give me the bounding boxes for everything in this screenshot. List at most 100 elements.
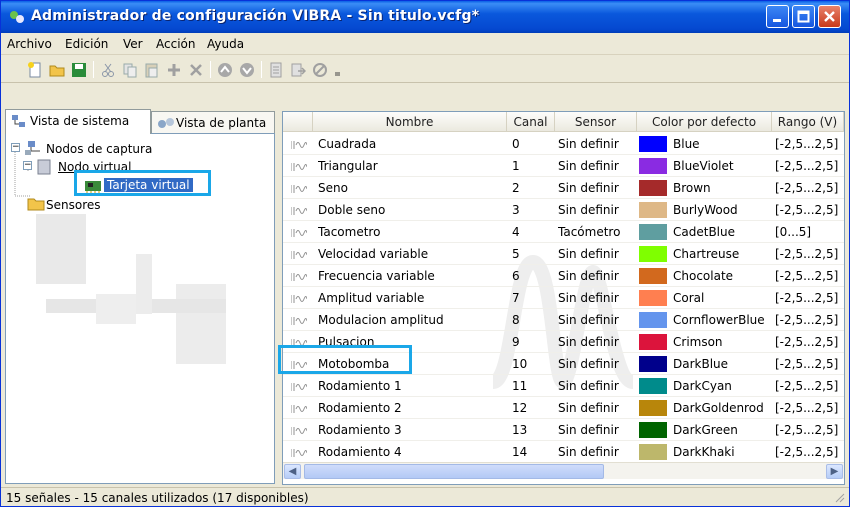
color-swatch[interactable] — [639, 312, 667, 328]
table-row[interactable]: Pulsacion 9 Sin definir Crimson [-2,5...2,5] — [283, 331, 844, 353]
header-icon-column[interactable] — [283, 112, 313, 132]
cell-sensor: Sin definir — [558, 181, 619, 195]
app-icon — [9, 9, 25, 25]
new-button[interactable] — [25, 60, 45, 80]
header-color-por-defecto[interactable]: Color por defecto — [637, 112, 772, 132]
cell-color-name: Brown — [673, 181, 711, 195]
table-row[interactable]: Doble seno 3 Sin definir BurlyWood [-2,5...2… — [283, 199, 844, 221]
minimize-icon — [773, 19, 781, 22]
scroll-left-button[interactable]: ◀ — [284, 464, 301, 479]
open-icon — [49, 65, 65, 77]
menu-ayuda[interactable]: Ayuda — [207, 37, 244, 51]
table-row[interactable]: Modulacion amplitud 8 Sin definir Cornflowe… — [283, 309, 844, 331]
color-swatch[interactable] — [639, 158, 667, 174]
move-up-button[interactable] — [215, 60, 235, 80]
table-row[interactable]: Rodamiento 2 12 Sin definir DarkGoldenrod [-… — [283, 397, 844, 419]
color-swatch[interactable] — [639, 422, 667, 438]
color-swatch[interactable] — [639, 334, 667, 350]
tab-vista-de-sistema[interactable]: Vista de sistema — [5, 109, 151, 134]
cut-button[interactable] — [98, 60, 118, 80]
save-button[interactable] — [69, 60, 89, 80]
maximize-button[interactable] — [792, 5, 815, 28]
cell-color-name: DarkKhaki — [673, 445, 735, 459]
menu-bar: Archivo Edición Ver Acción Ayuda — [1, 33, 849, 55]
scroll-right-button[interactable]: ▶ — [826, 464, 843, 479]
cell-rango: [-2,5...2,5] — [775, 137, 839, 151]
cell-sensor: Sin definir — [558, 247, 619, 261]
cell-nombre: Modulacion amplitud — [318, 313, 444, 327]
header-canal[interactable]: Canal — [507, 112, 555, 132]
menu-edicion[interactable]: Edición — [65, 37, 108, 51]
color-swatch[interactable] — [639, 180, 667, 196]
color-swatch[interactable] — [639, 378, 667, 394]
scroll-thumb[interactable] — [304, 464, 604, 479]
cell-nombre: Triangular — [318, 159, 378, 173]
open-button[interactable] — [47, 60, 67, 80]
color-swatch[interactable] — [639, 400, 667, 416]
move-down-button[interactable] — [237, 60, 257, 80]
cell-color-name: BurlyWood — [673, 203, 738, 217]
table-row[interactable]: Cuadrada 0 Sin definir Blue [-2,5...2,5] — [283, 133, 844, 155]
cell-nombre: Rodamiento 3 — [318, 423, 402, 437]
table-row[interactable]: Frecuencia variable 6 Sin definir Chocolate… — [283, 265, 844, 287]
collapse-icon[interactable]: − — [11, 143, 20, 152]
tree-tarjeta-virtual[interactable]: Tarjeta virtual — [81, 177, 231, 195]
color-swatch[interactable] — [639, 136, 667, 152]
color-swatch[interactable] — [639, 290, 667, 306]
paste-button[interactable] — [142, 60, 162, 80]
table-row[interactable]: Tacometro 4 Tacómetro CadetBlue [0...5] — [283, 221, 844, 243]
tab-vista-de-planta[interactable]: Vista de planta — [151, 111, 275, 133]
color-swatch[interactable] — [639, 246, 667, 262]
cut-icon — [102, 63, 114, 77]
table-row[interactable]: Motobomba 10 Sin definir DarkBlue [-2,5...2,… — [283, 353, 844, 375]
menu-archivo[interactable]: Archivo — [7, 37, 52, 51]
close-button[interactable] — [818, 5, 841, 28]
header-nombre[interactable]: Nombre — [313, 112, 507, 132]
table-row[interactable]: Rodamiento 4 14 Sin definir DarkKhaki [-2,5.… — [283, 441, 844, 463]
menu-ver[interactable]: Ver — [123, 37, 143, 51]
cell-rango: [-2,5...2,5] — [775, 401, 839, 415]
header-sensor[interactable]: Sensor — [555, 112, 637, 132]
properties-button[interactable] — [266, 60, 286, 80]
tree-nodo-virtual[interactable]: − Nodo virtual — [23, 158, 193, 176]
toolbar-overflow-button[interactable] — [331, 60, 341, 80]
title-bar[interactable]: Administrador de configuración VIBRA - S… — [1, 1, 849, 33]
color-swatch[interactable] — [639, 268, 667, 284]
collapse-icon[interactable]: − — [23, 161, 32, 170]
color-swatch[interactable] — [639, 444, 667, 460]
color-swatch[interactable] — [639, 356, 667, 372]
tree-sensores[interactable]: Sensores — [23, 196, 173, 214]
table-row[interactable]: Rodamiento 3 13 Sin definir DarkGreen [-2,5.… — [283, 419, 844, 441]
cell-sensor: Sin definir — [558, 401, 619, 415]
menu-accion[interactable]: Acción — [156, 37, 195, 51]
table-row[interactable]: Amplitud variable 7 Sin definir Coral [-2,5.… — [283, 287, 844, 309]
table-row[interactable]: Velocidad variable 5 Sin definir Chartreuse… — [283, 243, 844, 265]
table-row[interactable]: Triangular 1 Sin definir BlueViolet [-2,5...… — [283, 155, 844, 177]
cell-rango: [-2,5...2,5] — [775, 445, 839, 459]
horizontal-scrollbar[interactable]: ◀ ▶ — [283, 462, 844, 479]
table-row[interactable]: Rodamiento 1 11 Sin definir DarkCyan [-2,5..… — [283, 375, 844, 397]
cancel-button[interactable] — [310, 60, 330, 80]
color-swatch[interactable] — [639, 202, 667, 218]
table-row[interactable]: Seno 2 Sin definir Brown [-2,5...2,5] — [283, 177, 844, 199]
tree-nodos-de-captura[interactable]: − Nodos de captura — [11, 140, 191, 158]
cell-canal: 14 — [512, 445, 528, 459]
header-rango[interactable]: Rango (V) — [772, 112, 844, 132]
export-icon — [291, 63, 306, 77]
add-button[interactable] — [164, 60, 184, 80]
cell-color-name: DarkBlue — [673, 357, 729, 371]
delete-button[interactable] — [186, 60, 206, 80]
new-icon — [28, 62, 41, 78]
export-button[interactable] — [288, 60, 308, 80]
status-bar: 15 señales - 15 canales utilizados (17 d… — [1, 487, 849, 506]
resize-grip-icon[interactable] — [833, 491, 845, 503]
cell-sensor: Sin definir — [558, 137, 619, 151]
cell-canal: 11 — [512, 379, 528, 393]
copy-button[interactable] — [120, 60, 140, 80]
minimize-button[interactable] — [766, 5, 789, 28]
color-swatch[interactable] — [639, 224, 667, 240]
cell-color-name: DarkCyan — [673, 379, 732, 393]
cell-canal: 3 — [512, 203, 520, 217]
wave-signal-icon — [290, 183, 308, 197]
cell-color-name: Crimson — [673, 335, 723, 349]
